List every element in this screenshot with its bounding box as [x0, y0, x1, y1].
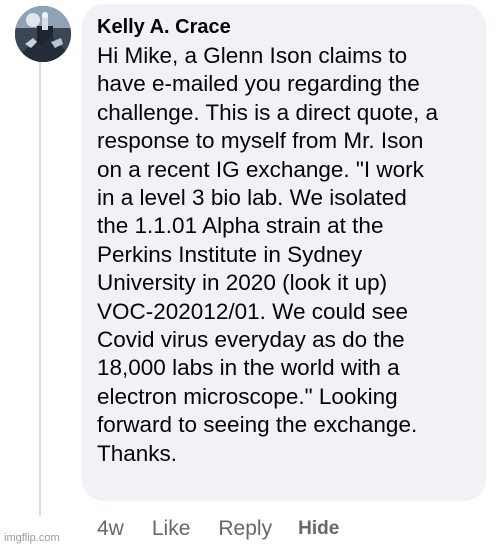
comment-line: on a recent IG exchange. "I work: [97, 156, 424, 182]
comment-line: Thanks.: [97, 440, 178, 466]
comment-line: forward to seeing the exchange.: [97, 412, 418, 438]
reply-button[interactable]: Reply: [218, 517, 272, 541]
watermark: imgflip.com: [4, 532, 60, 544]
comment-line: have e-mailed you regarding the: [97, 71, 420, 97]
comment-bubble: Kelly A. Crace Hi Mike, a Glenn Ison cla…: [82, 4, 486, 501]
comment-line: in a level 3 bio lab. We isolated: [97, 185, 407, 211]
comment-timestamp[interactable]: 4w: [97, 517, 124, 541]
comment-line: University in 2020 (look it up): [97, 270, 388, 296]
comment-line: VOC-202012/01. We could see: [97, 298, 409, 324]
like-button[interactable]: Like: [152, 517, 191, 541]
comment-author[interactable]: Kelly A. Crace: [97, 14, 472, 40]
comment-line: response to myself from Mr. Ison: [97, 128, 424, 154]
reply-thread-line: [39, 60, 41, 516]
comment-line: the 1.1.01 Alpha strain at the: [97, 213, 384, 239]
avatar-image: [15, 6, 71, 62]
comment-line: Covid virus everyday as do the: [97, 327, 405, 353]
comment-line: Hi Mike, a Glenn Ison claims to: [97, 43, 408, 68]
comment-actions: 4w Like Reply Hide: [97, 514, 339, 544]
comment-text: Hi Mike, a Glenn Ison claims to have e-m…: [97, 42, 472, 468]
comment-line: Perkins Institute in Sydney: [97, 241, 363, 267]
comment-line: electron microscope." Looking: [97, 383, 398, 409]
comment-line: 18,000 labs in the world with a: [97, 355, 400, 381]
hide-button[interactable]: Hide: [298, 518, 339, 540]
comment-line: challenge. This is a direct quote, a: [97, 99, 439, 125]
avatar[interactable]: [15, 6, 71, 62]
